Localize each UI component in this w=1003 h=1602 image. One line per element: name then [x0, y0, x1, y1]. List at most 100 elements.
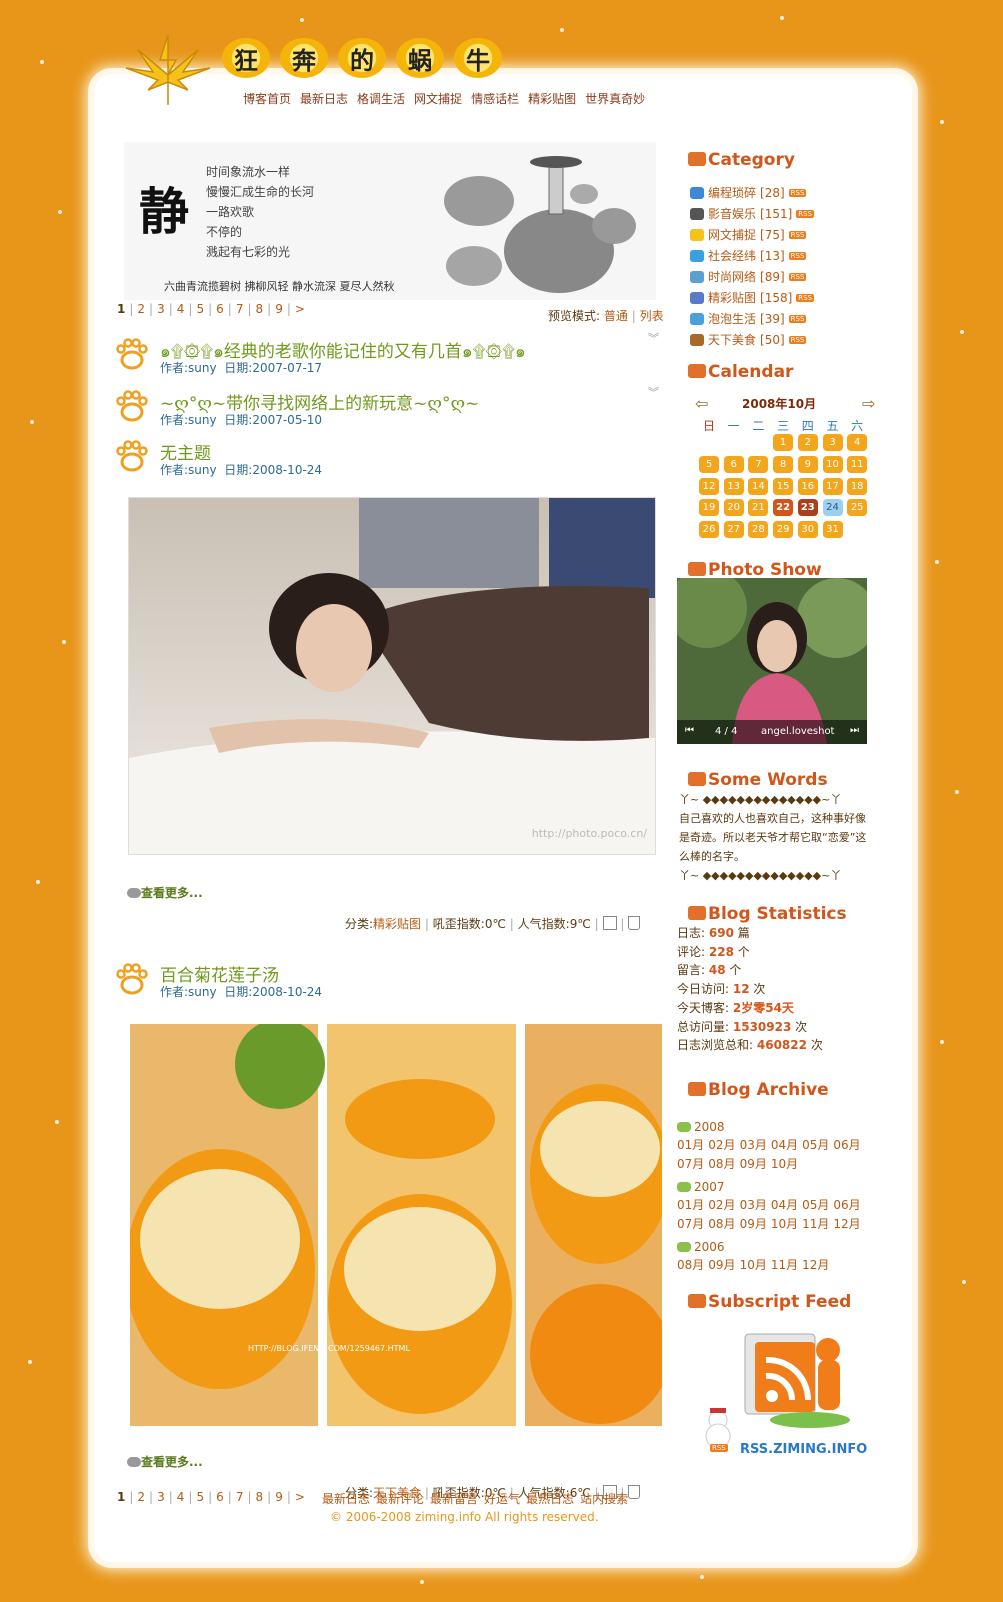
page-link[interactable]: 7 [236, 302, 244, 316]
delete-icon[interactable] [628, 916, 641, 930]
archive-month-link[interactable]: 07月 [677, 1157, 704, 1171]
archive-month-link[interactable]: 09月 [708, 1258, 735, 1272]
archive-month-link[interactable]: 09月 [740, 1217, 767, 1231]
page-link[interactable]: 9 [275, 1490, 283, 1504]
rss-badge[interactable]: RSS [788, 188, 807, 197]
next-page-link[interactable]: > [295, 302, 305, 316]
category-item[interactable]: 精彩贴图 [158] RSS [690, 289, 815, 306]
page-link[interactable]: 3 [157, 1490, 165, 1504]
archive-month-link[interactable]: 11月 [802, 1217, 829, 1231]
archive-year[interactable]: 2007 [677, 1180, 725, 1194]
archive-month-link[interactable]: 08月 [708, 1157, 735, 1171]
delete-icon[interactable] [628, 1485, 641, 1499]
calendar-day[interactable]: 2 [797, 434, 818, 451]
calendar-day[interactable]: 4 [847, 434, 868, 451]
next-page-link[interactable]: > [295, 1490, 305, 1504]
calendar-day[interactable]: 19 [699, 499, 719, 517]
archive-month-link[interactable]: 12月 [833, 1217, 860, 1231]
archive-month-link[interactable]: 04月 [771, 1138, 798, 1152]
archive-month-link[interactable]: 05月 [802, 1138, 829, 1152]
expand-chevron-icon[interactable]: ︾ [648, 330, 659, 346]
post-author[interactable]: suny [188, 361, 217, 375]
calendar-day[interactable]: 17 [822, 477, 843, 495]
nav-articles[interactable]: 网文捕捉 [414, 90, 462, 107]
calendar-day[interactable]: 22 [773, 499, 794, 517]
archive-month-link[interactable]: 10月 [740, 1258, 767, 1272]
category-item[interactable]: 时尚网络 [89] RSS [690, 268, 807, 285]
nav-lifestyle[interactable]: 格调生活 [357, 90, 405, 107]
post-author[interactable]: suny [188, 413, 217, 427]
page-link[interactable]: 8 [256, 302, 264, 316]
footer-link[interactable]: 好运气 [484, 1490, 520, 1507]
post-author[interactable]: suny [188, 985, 217, 999]
archive-year[interactable]: 2008 [677, 1120, 725, 1134]
calendar-day[interactable]: 12 [699, 477, 719, 495]
calendar-day[interactable]: 10 [822, 455, 843, 473]
calendar-day[interactable]: 27 [723, 521, 744, 539]
rss-badge[interactable]: RSS [788, 230, 807, 239]
category-item[interactable]: 泡泡生活 [39] RSS [690, 310, 807, 327]
calendar-day[interactable]: 23 [797, 499, 818, 517]
archive-month-link[interactable]: 12月 [802, 1258, 829, 1272]
calendar-day[interactable]: 21 [748, 499, 769, 517]
category-item[interactable]: 影音娱乐 [151] RSS [690, 205, 815, 222]
calendar-day[interactable]: 31 [822, 521, 843, 539]
rss-feed-logo[interactable]: RSS.ZIMING.INFO RSS [700, 1320, 870, 1460]
calendar-day[interactable]: 9 [797, 455, 818, 473]
page-link[interactable]: 5 [196, 302, 204, 316]
calendar-day[interactable]: 20 [723, 499, 744, 517]
page-link[interactable]: 9 [275, 302, 283, 316]
calendar-day[interactable]: 25 [847, 499, 868, 517]
archive-month-link[interactable]: 05月 [802, 1198, 829, 1212]
calendar-day[interactable]: 28 [748, 521, 769, 539]
calendar-day[interactable]: 11 [847, 455, 868, 473]
nav-wonders[interactable]: 世界真奇妙 [585, 90, 645, 107]
category-item[interactable]: 编程琐碎 [28] RSS [690, 184, 807, 201]
category-item[interactable]: 天下美食 [50] RSS [690, 331, 807, 348]
calendar-day[interactable]: 1 [773, 434, 794, 451]
archive-month-link[interactable]: 09月 [740, 1157, 767, 1171]
category-item[interactable]: 社会经纬 [13] RSS [690, 247, 807, 264]
calendar-day[interactable]: 29 [773, 521, 794, 539]
prev-photo-icon[interactable]: ⏮ [685, 725, 694, 736]
page-link[interactable]: 6 [216, 302, 224, 316]
calendar-day[interactable]: 7 [748, 455, 769, 473]
footer-link[interactable]: 最新日志 [322, 1490, 370, 1507]
archive-month-link[interactable]: 04月 [771, 1198, 798, 1212]
rss-badge[interactable]: RSS [796, 209, 815, 218]
photo-show-slideshow[interactable]: ⏮ 4 / 4 angel.loveshot ⏭ [677, 578, 867, 744]
read-more-link[interactable]: 查看更多... [127, 884, 203, 901]
archive-month-link[interactable]: 03月 [740, 1198, 767, 1212]
archive-month-link[interactable]: 10月 [771, 1157, 798, 1171]
page-link[interactable]: 4 [177, 302, 185, 316]
next-month-arrow-icon[interactable]: ⇨ [862, 394, 875, 413]
footer-link[interactable]: 最新评论 [376, 1490, 424, 1507]
view-mode-list[interactable]: 列表 [640, 309, 664, 323]
archive-month-link[interactable]: 03月 [740, 1138, 767, 1152]
page-link[interactable]: 6 [216, 1490, 224, 1504]
page-link[interactable]: 8 [256, 1490, 264, 1504]
nav-latest[interactable]: 最新日志 [300, 90, 348, 107]
archive-month-link[interactable]: 11月 [771, 1258, 798, 1272]
page-link[interactable]: 4 [177, 1490, 185, 1504]
page-link[interactable]: 2 [137, 302, 145, 316]
edit-icon[interactable] [602, 916, 617, 930]
calendar-day[interactable]: 26 [699, 521, 719, 539]
rss-badge[interactable]: RSS [788, 251, 807, 260]
calendar-day[interactable]: 3 [822, 434, 843, 451]
post-author[interactable]: suny [188, 463, 217, 477]
calendar-day[interactable]: 30 [797, 521, 818, 539]
site-title[interactable]: 狂 奔 的 蜗 牛 [222, 38, 502, 78]
category-item[interactable]: 网文捕捉 [75] RSS [690, 226, 807, 243]
page-link[interactable]: 3 [157, 302, 165, 316]
calendar-day[interactable]: 15 [773, 477, 794, 495]
rss-badge[interactable]: RSS [788, 272, 807, 281]
nav-home[interactable]: 博客首页 [243, 90, 291, 107]
archive-month-link[interactable]: 02月 [708, 1138, 735, 1152]
view-mode-normal[interactable]: 普通 [604, 309, 628, 323]
archive-month-link[interactable]: 08月 [708, 1217, 735, 1231]
archive-month-link[interactable]: 10月 [771, 1217, 798, 1231]
archive-month-link[interactable]: 01月 [677, 1198, 704, 1212]
archive-month-link[interactable]: 02月 [708, 1198, 735, 1212]
footer-link[interactable]: 站内搜索 [580, 1490, 628, 1507]
